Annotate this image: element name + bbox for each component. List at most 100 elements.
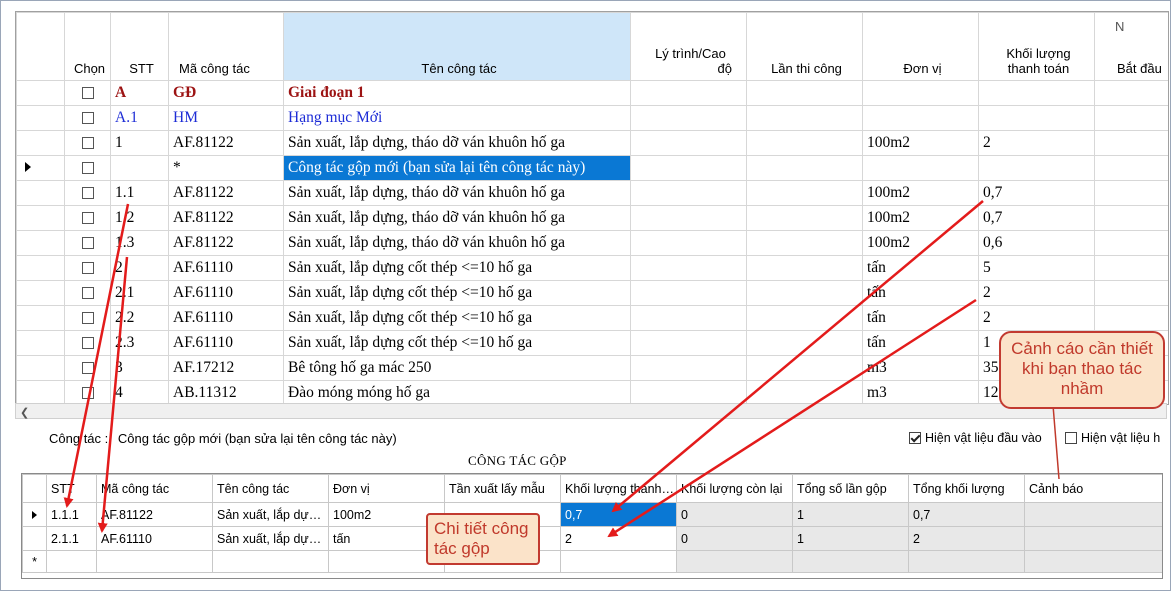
show-materials-checkbox[interactable] [1065, 432, 1077, 444]
cell-ly-trinh[interactable] [630, 330, 747, 356]
cell-bat-dau[interactable] [1094, 155, 1168, 181]
row-checkbox-cell[interactable] [64, 305, 111, 331]
horizontal-scrollbar[interactable]: ❮ [15, 403, 1167, 419]
col-header-ly-trinh[interactable]: Lý trình/Cao độ [630, 12, 747, 81]
task-list-grid[interactable]: Chọn STT Mã công tác Tên công tác Lý trì… [15, 11, 1169, 405]
cell-khoi-luong[interactable]: 5 [978, 255, 1095, 281]
cell-stt[interactable]: 1.1 [110, 180, 169, 206]
row-checkbox-cell[interactable] [64, 80, 111, 106]
cell-bat-dau[interactable] [1094, 130, 1168, 156]
col-header-don-vi[interactable]: Đơn vị [862, 12, 979, 81]
row-checkbox[interactable] [81, 162, 94, 175]
merged-col-header-kl-con-lai[interactable]: Khối lượng còn lại [676, 474, 793, 503]
cell-don-vi[interactable]: m3 [862, 380, 979, 404]
table-row-current[interactable]: * Công tác gộp mới (bạn sửa lại tên công… [16, 155, 1168, 181]
cell-bat-dau[interactable] [1094, 280, 1168, 306]
cell-stt[interactable]: 1.3 [110, 230, 169, 256]
cell-ly-trinh[interactable] [630, 155, 747, 181]
merged-new-cell[interactable] [212, 550, 329, 573]
col-header-stt[interactable]: STT [110, 12, 169, 81]
show-input-materials-checkbox[interactable] [909, 432, 921, 444]
row-checkbox[interactable] [81, 237, 94, 250]
cell-stt[interactable]: A [110, 80, 169, 106]
cell-lan-thi-cong[interactable] [746, 380, 863, 404]
cell-khoi-luong[interactable]: 2 [978, 305, 1095, 331]
cell-don-vi[interactable]: 100m2 [862, 180, 979, 206]
row-checkbox[interactable] [81, 187, 94, 200]
cell-ma-cong-tac[interactable]: AB.11312 [168, 380, 284, 404]
col-header-bat-dau[interactable]: N Bắt đầu [1094, 12, 1168, 81]
cell-don-vi[interactable] [862, 155, 979, 181]
cell-ten-cong-tac[interactable]: Sản xuất, lắp dựng, tháo dỡ ván khuôn hố… [283, 130, 631, 156]
cell-ly-trinh[interactable] [630, 205, 747, 231]
show-input-materials-option[interactable]: Hiện vật liệu đầu vào [909, 431, 1042, 445]
cell-ten-cong-tac[interactable]: Sản xuất, lắp dựng, tháo dỡ ván khuôn hố… [283, 205, 631, 231]
cell-ma-cong-tac[interactable]: AF.81122 [168, 205, 284, 231]
new-row-marker[interactable]: * [22, 550, 47, 573]
merged-new-cell[interactable] [46, 550, 97, 573]
cell-ma-cong-tac[interactable]: AF.61110 [168, 280, 284, 306]
row-checkbox[interactable] [81, 87, 94, 100]
row-checkbox-cell[interactable] [64, 205, 111, 231]
show-materials-option[interactable]: Hiện vật liệu h [1065, 431, 1171, 445]
merged-col-header-tong-lan-gop[interactable]: Tổng số lần gộp [792, 474, 909, 503]
row-checkbox-cell[interactable] [64, 180, 111, 206]
cell-ten-cong-tac[interactable]: Sản xuất, lắp dựng cốt thép <=10 hố ga [283, 255, 631, 281]
row-checkbox[interactable] [81, 362, 94, 375]
row-checkbox-cell[interactable] [64, 155, 111, 181]
cell-don-vi[interactable]: tấn [862, 330, 979, 356]
row-checkbox-cell[interactable] [64, 105, 111, 131]
cell-lan-thi-cong[interactable] [746, 255, 863, 281]
row-checkbox[interactable] [81, 137, 94, 150]
cell-stt[interactable]: 1 [110, 130, 169, 156]
table-row[interactable]: 3 AF.17212 Bê tông hố ga mác 250 m3 35 [16, 355, 1168, 381]
cell-ly-trinh[interactable] [630, 305, 747, 331]
row-header[interactable] [16, 380, 65, 404]
cell-ma-cong-tac[interactable]: AF.81122 [168, 180, 284, 206]
table-row[interactable]: 1.1 AF.81122 Sản xuất, lắp dựng, tháo dỡ… [16, 180, 1168, 206]
table-row[interactable]: 2.1 AF.61110 Sản xuất, lắp dựng cốt thép… [16, 280, 1168, 306]
cell-don-vi[interactable]: m3 [862, 355, 979, 381]
merged-cell-ma-cong-tac[interactable]: AF.61110 [96, 526, 213, 551]
merged-new-cell[interactable] [96, 550, 213, 573]
cell-ten-cong-tac[interactable]: Sản xuất, lắp dựng, tháo dỡ ván khuôn hố… [283, 230, 631, 256]
cell-lan-thi-cong[interactable] [746, 80, 863, 106]
row-header[interactable] [16, 280, 65, 306]
cell-stt[interactable]: 2 [110, 255, 169, 281]
cell-stt[interactable]: 3 [110, 355, 169, 381]
table-row[interactable]: A.1 HM Hạng mục Mới [16, 105, 1168, 131]
cell-stt[interactable]: 4 [110, 380, 169, 404]
merged-cell-ma-cong-tac[interactable]: AF.81122 [96, 502, 213, 527]
table-row[interactable]: A GĐ Giai đoạn 1 [16, 80, 1168, 106]
cell-ly-trinh[interactable] [630, 130, 747, 156]
row-checkbox[interactable] [81, 112, 94, 125]
cell-don-vi[interactable]: tấn [862, 305, 979, 331]
cell-khoi-luong[interactable] [978, 105, 1095, 131]
row-header[interactable] [16, 305, 65, 331]
cell-don-vi[interactable] [862, 105, 979, 131]
cell-ten-cong-tac-selected[interactable]: Công tác gộp mới (bạn sửa lại tên công t… [283, 155, 631, 181]
table-row[interactable]: 1 AF.81122 Sản xuất, lắp dựng, tháo dỡ v… [16, 130, 1168, 156]
row-header[interactable] [16, 180, 65, 206]
row-checkbox-cell[interactable] [64, 280, 111, 306]
cell-don-vi[interactable] [862, 80, 979, 106]
cell-don-vi[interactable]: 100m2 [862, 130, 979, 156]
cell-ly-trinh[interactable] [630, 180, 747, 206]
cell-ma-cong-tac[interactable]: * [168, 155, 284, 181]
cell-lan-thi-cong[interactable] [746, 330, 863, 356]
cell-ma-cong-tac[interactable]: AF.17212 [168, 355, 284, 381]
col-header-lan-thi-cong[interactable]: Lần thi công [746, 12, 863, 81]
cell-stt[interactable]: 1.2 [110, 205, 169, 231]
cell-ten-cong-tac[interactable]: Sản xuất, lắp dựng cốt thép <=10 hố ga [283, 280, 631, 306]
row-header[interactable] [16, 330, 65, 356]
row-checkbox[interactable] [81, 262, 94, 275]
cell-stt[interactable]: 2.1 [110, 280, 169, 306]
merged-col-header-tong-khoi-luong[interactable]: Tổng khối lượng [908, 474, 1025, 503]
col-header-ma-cong-tac[interactable]: Mã công tác [168, 12, 284, 81]
cell-stt[interactable] [110, 155, 169, 181]
merged-new-cell[interactable] [560, 550, 677, 573]
merged-cell-kl-thanh-toan[interactable]: 2 [560, 526, 677, 551]
cell-ly-trinh[interactable] [630, 105, 747, 131]
cell-bat-dau[interactable] [1094, 230, 1168, 256]
cell-khoi-luong[interactable]: 2 [978, 280, 1095, 306]
